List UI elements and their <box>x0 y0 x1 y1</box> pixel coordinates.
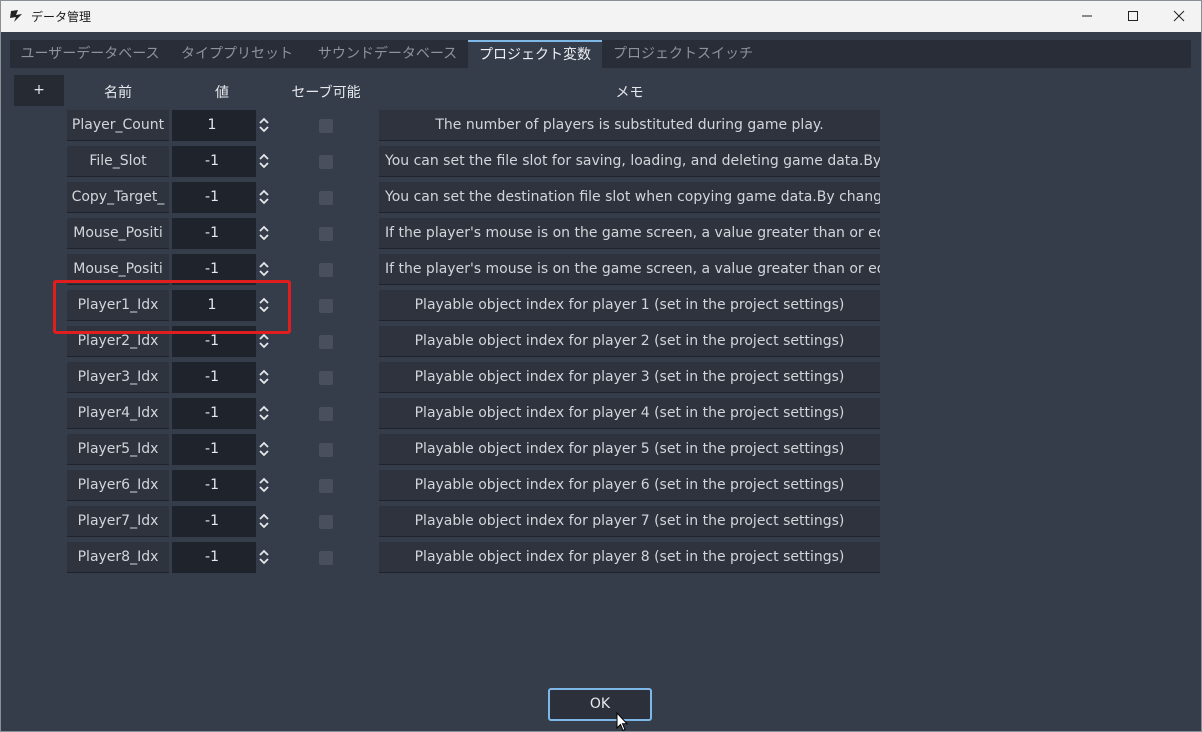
variable-value-input[interactable]: -1 <box>172 362 256 393</box>
saveable-checkbox[interactable] <box>319 515 333 529</box>
maximize-icon <box>1128 11 1138 21</box>
spinner-arrows-icon[interactable] <box>257 151 271 171</box>
variable-name-cell[interactable]: Mouse_Positi <box>67 218 169 249</box>
variable-memo-cell[interactable]: You can set the destination file slot wh… <box>379 182 880 213</box>
variable-memo-cell[interactable]: Playable object index for player 6 (set … <box>379 470 880 501</box>
variable-name-cell[interactable]: Player7_Idx <box>67 506 169 537</box>
variable-name-cell[interactable]: Player4_Idx <box>67 398 169 429</box>
spinner-arrows-icon[interactable] <box>257 367 271 387</box>
spinner-arrows-icon[interactable] <box>257 511 271 531</box>
variable-value-input[interactable]: 1 <box>172 110 256 141</box>
variable-name-cell[interactable]: Player8_Idx <box>67 542 169 573</box>
saveable-checkbox[interactable] <box>319 371 333 385</box>
saveable-checkbox[interactable] <box>319 443 333 457</box>
title-bar: データ管理 <box>0 0 1202 32</box>
saveable-checkbox[interactable] <box>319 227 333 241</box>
saveable-checkbox[interactable] <box>319 191 333 205</box>
variable-name-cell[interactable]: Player6_Idx <box>67 470 169 501</box>
spinner-arrows-icon[interactable] <box>257 475 271 495</box>
header-saveable: セーブ可能 <box>291 85 361 101</box>
variable-name-cell[interactable]: File_Slot <box>67 146 169 177</box>
saveable-checkbox[interactable] <box>319 407 333 421</box>
variable-name-cell[interactable]: Player5_Idx <box>67 434 169 465</box>
variable-value-input[interactable]: -1 <box>172 542 256 573</box>
tab-project-variables[interactable]: プロジェクト変数 <box>468 40 602 68</box>
variable-memo-cell[interactable]: Playable object index for player 3 (set … <box>379 362 880 393</box>
spinner-arrows-icon[interactable] <box>257 403 271 423</box>
variable-memo-cell[interactable]: Playable object index for player 4 (set … <box>379 398 880 429</box>
minimize-button[interactable] <box>1064 0 1110 32</box>
close-button[interactable] <box>1156 0 1202 32</box>
tab-bar: ユーザーデータベース タイププリセット サウンドデータベース プロジェクト変数 … <box>10 40 1191 68</box>
variable-memo-cell[interactable]: Playable object index for player 8 (set … <box>379 542 880 573</box>
highlight-box <box>53 280 291 334</box>
spinner-arrows-icon[interactable] <box>257 331 271 351</box>
close-icon <box>1173 10 1185 22</box>
variable-value-input[interactable]: -1 <box>172 218 256 249</box>
spinner-arrows-icon[interactable] <box>257 187 271 207</box>
spinner-arrows-icon[interactable] <box>257 259 271 279</box>
saveable-checkbox[interactable] <box>319 335 333 349</box>
variable-memo-cell[interactable]: Playable object index for player 5 (set … <box>379 434 880 465</box>
variable-value-input[interactable]: -1 <box>172 470 256 501</box>
variable-name-cell[interactable]: Player3_Idx <box>67 362 169 393</box>
variable-value-input[interactable]: -1 <box>172 182 256 213</box>
tab-type-preset[interactable]: タイププリセット <box>173 40 301 68</box>
spinner-arrows-icon[interactable] <box>257 223 271 243</box>
tab-sound-database[interactable]: サウンドデータベース <box>310 40 465 68</box>
variable-memo-cell[interactable]: Playable object index for player 2 (set … <box>379 326 880 357</box>
mouse-cursor-icon <box>616 712 628 732</box>
variable-memo-cell[interactable]: If the player's mouse is on the game scr… <box>379 254 880 285</box>
tab-user-database[interactable]: ユーザーデータベース <box>14 40 166 68</box>
header-name: 名前 <box>104 85 132 101</box>
variable-name-cell[interactable]: Copy_Target_ <box>67 182 169 213</box>
spinner-arrows-icon[interactable] <box>257 547 271 567</box>
spinner-arrows-icon[interactable] <box>257 439 271 459</box>
add-variable-button[interactable]: + <box>14 75 64 106</box>
saveable-checkbox[interactable] <box>319 551 333 565</box>
ok-button[interactable]: OK <box>548 688 652 721</box>
variable-name-cell[interactable]: Player_Count <box>67 110 169 141</box>
window-title: データ管理 <box>31 10 92 24</box>
variable-memo-cell[interactable]: The number of players is substituted dur… <box>379 110 880 141</box>
variable-value-input[interactable]: -1 <box>172 506 256 537</box>
header-value: 値 <box>215 85 229 101</box>
spinner-arrows-icon[interactable] <box>257 115 271 135</box>
saveable-checkbox[interactable] <box>319 155 333 169</box>
maximize-button[interactable] <box>1110 0 1156 32</box>
variable-memo-cell[interactable]: If the player's mouse is on the game scr… <box>379 218 880 249</box>
variable-memo-cell[interactable]: You can set the file slot for saving, lo… <box>379 146 880 177</box>
saveable-checkbox[interactable] <box>319 263 333 277</box>
header-memo: メモ <box>615 85 644 101</box>
app-icon <box>10 10 22 22</box>
variable-memo-cell[interactable]: Playable object index for player 7 (set … <box>379 506 880 537</box>
tab-project-switches[interactable]: プロジェクトスイッチ <box>608 40 758 68</box>
saveable-checkbox[interactable] <box>319 479 333 493</box>
variable-memo-cell[interactable]: Playable object index for player 1 (set … <box>379 290 880 321</box>
minimize-icon <box>1082 15 1092 17</box>
saveable-checkbox[interactable] <box>319 299 333 313</box>
variable-value-input[interactable]: -1 <box>172 146 256 177</box>
saveable-checkbox[interactable] <box>319 119 333 133</box>
variable-value-input[interactable]: -1 <box>172 398 256 429</box>
variable-value-input[interactable]: -1 <box>172 434 256 465</box>
